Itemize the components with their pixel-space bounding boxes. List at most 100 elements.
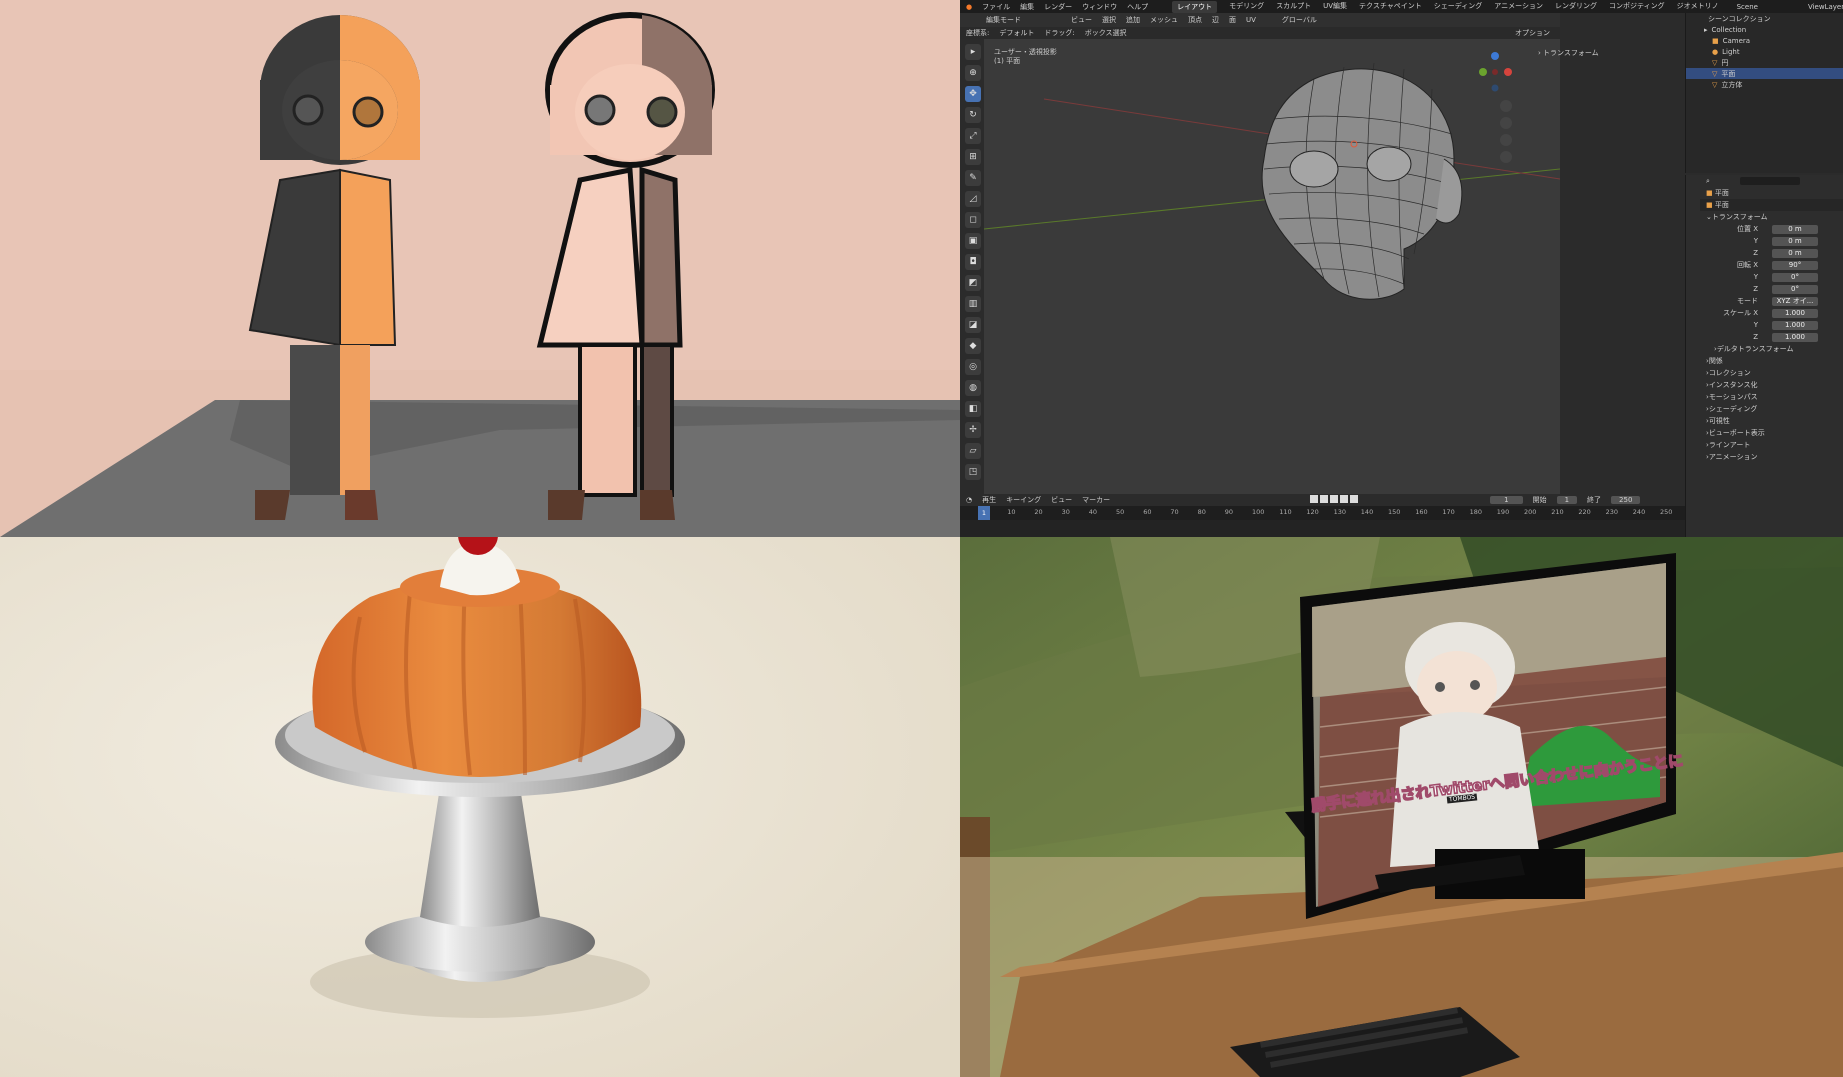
- outliner-row-cube[interactable]: ▽ 立方体: [1686, 79, 1843, 90]
- tab-modeling[interactable]: モデリング: [1229, 1, 1264, 13]
- header-menu-select[interactable]: 選択: [1102, 15, 1116, 25]
- shear-tool-icon[interactable]: ▱: [965, 443, 981, 459]
- editor-type-icon[interactable]: ◔: [966, 496, 972, 504]
- tab-uv[interactable]: UV編集: [1323, 1, 1347, 13]
- header-menu-mesh[interactable]: メッシュ: [1150, 15, 1178, 25]
- menu-help[interactable]: ヘルプ: [1127, 2, 1148, 12]
- cursor-tool-icon[interactable]: ⊕: [965, 65, 981, 81]
- outliner-row-collection[interactable]: ▸ Collection: [1686, 24, 1843, 35]
- tab-shading[interactable]: シェーディング: [1434, 1, 1483, 13]
- prev-key-icon[interactable]: [1320, 495, 1329, 503]
- timeline-menu-playback[interactable]: 再生: [982, 495, 996, 505]
- scale-x-field[interactable]: 1.000: [1772, 308, 1818, 318]
- tab-compositing[interactable]: コンポジティング: [1609, 1, 1665, 13]
- options-button[interactable]: オプション: [1515, 28, 1550, 38]
- jump-end-icon[interactable]: [1350, 495, 1359, 503]
- transform-orientation[interactable]: グローバル: [1282, 15, 1317, 25]
- menu-edit[interactable]: 編集: [1020, 2, 1034, 12]
- rip-tool-icon[interactable]: ◳: [965, 464, 981, 480]
- move-tool-icon[interactable]: ✥: [965, 86, 981, 102]
- tab-sculpt[interactable]: スカルプト: [1276, 1, 1311, 13]
- next-key-icon[interactable]: [1340, 495, 1349, 503]
- shading-section[interactable]: › シェーディング: [1700, 403, 1843, 415]
- viewlayer-selector[interactable]: ViewLayer: [1808, 3, 1843, 11]
- zoom-icon[interactable]: [1500, 100, 1512, 112]
- tab-layout[interactable]: レイアウト: [1172, 0, 1218, 13]
- animation-section[interactable]: › アニメーション: [1700, 451, 1843, 463]
- tab-geometry-nodes[interactable]: ジオメトリノ: [1677, 1, 1719, 13]
- camera-view-icon[interactable]: [1500, 134, 1512, 146]
- transform-section-header[interactable]: ⌄ トランスフォーム: [1700, 211, 1843, 223]
- end-frame-field[interactable]: 250: [1611, 496, 1641, 504]
- tab-animation[interactable]: アニメーション: [1494, 1, 1543, 13]
- spin-tool-icon[interactable]: ◎: [965, 359, 981, 375]
- inset-tool-icon[interactable]: ◘: [965, 254, 981, 270]
- sidebar-transform-tab[interactable]: › トランスフォーム: [1538, 48, 1599, 58]
- knife-tool-icon[interactable]: ◪: [965, 317, 981, 333]
- blender-logo-icon[interactable]: ●: [966, 3, 972, 11]
- start-frame-field[interactable]: 1: [1556, 496, 1578, 504]
- loop-cut-tool-icon[interactable]: ▥: [965, 296, 981, 312]
- rotation-mode-dropdown[interactable]: XYZ オイ...: [1772, 296, 1818, 306]
- rotation-z-field[interactable]: 0°: [1772, 284, 1818, 294]
- header-menu-uv[interactable]: UV: [1246, 16, 1256, 24]
- collections-section[interactable]: › コレクション: [1700, 367, 1843, 379]
- scale-y-field[interactable]: 1.000: [1772, 320, 1818, 330]
- pan-hand-icon[interactable]: [1500, 117, 1512, 129]
- properties-search-input[interactable]: [1739, 177, 1800, 185]
- jump-start-icon[interactable]: [1310, 495, 1319, 503]
- header-menu-face[interactable]: 面: [1229, 15, 1236, 25]
- visibility-section[interactable]: › 可視性: [1700, 415, 1843, 427]
- scale-z-field[interactable]: 1.000: [1772, 332, 1818, 342]
- current-frame-field[interactable]: 1: [1490, 496, 1523, 504]
- rotation-x-field[interactable]: 90°: [1772, 260, 1818, 270]
- instancing-section[interactable]: › インスタンス化: [1700, 379, 1843, 391]
- location-z-field[interactable]: 0 m: [1772, 248, 1818, 258]
- playhead[interactable]: 1: [978, 506, 990, 520]
- timeline-menu-view[interactable]: ビュー: [1051, 495, 1072, 505]
- header-menu-edge[interactable]: 辺: [1212, 15, 1219, 25]
- object-data-row[interactable]: ■ 平面: [1700, 199, 1843, 211]
- relations-section[interactable]: › 関係: [1700, 355, 1843, 367]
- timeline-menu-keying[interactable]: キーイング: [1006, 495, 1041, 505]
- rotate-tool-icon[interactable]: ↻: [965, 107, 981, 123]
- smooth-tool-icon[interactable]: ◍: [965, 380, 981, 396]
- shrink-tool-icon[interactable]: ✢: [965, 422, 981, 438]
- annotate-tool-icon[interactable]: ✎: [965, 170, 981, 186]
- scene-selector[interactable]: Scene: [1737, 3, 1758, 11]
- motion-paths-section[interactable]: › モーションパス: [1700, 391, 1843, 403]
- drag-selector[interactable]: ボックス選択: [1085, 28, 1127, 38]
- header-menu-add[interactable]: 追加: [1126, 15, 1140, 25]
- mode-selector[interactable]: 編集モード: [986, 15, 1021, 25]
- rotation-y-field[interactable]: 0°: [1772, 272, 1818, 282]
- tab-rendering[interactable]: レンダリング: [1555, 1, 1597, 13]
- tab-texture-paint[interactable]: テクスチャペイント: [1359, 1, 1422, 13]
- outliner-row-camera[interactable]: ■ Camera: [1686, 35, 1843, 46]
- location-y-field[interactable]: 0 m: [1772, 236, 1818, 246]
- header-menu-vertex[interactable]: 頂点: [1188, 15, 1202, 25]
- measure-tool-icon[interactable]: ◿: [965, 191, 981, 207]
- extrude-tool-icon[interactable]: ▣: [965, 233, 981, 249]
- poly-build-tool-icon[interactable]: ◆: [965, 338, 981, 354]
- 3d-viewport[interactable]: [984, 39, 1560, 494]
- menu-file[interactable]: ファイル: [982, 2, 1010, 12]
- add-cube-tool-icon[interactable]: ◻: [965, 212, 981, 228]
- edge-slide-tool-icon[interactable]: ◧: [965, 401, 981, 417]
- select-tool-icon[interactable]: ▸: [965, 44, 981, 60]
- timeline-menu-marker[interactable]: マーカー: [1082, 495, 1110, 505]
- menu-render[interactable]: レンダー: [1044, 2, 1072, 12]
- header-menu-view[interactable]: ビュー: [1071, 15, 1092, 25]
- delta-transform-section[interactable]: › デルタトランスフォーム: [1700, 343, 1843, 355]
- navigation-gizmo[interactable]: [1475, 48, 1515, 96]
- bevel-tool-icon[interactable]: ◩: [965, 275, 981, 291]
- menu-window[interactable]: ウィンドウ: [1082, 2, 1117, 12]
- outliner-row-circle[interactable]: ▽ 円: [1686, 57, 1843, 68]
- play-icon[interactable]: [1330, 495, 1339, 503]
- outliner-row-light[interactable]: ● Light: [1686, 46, 1843, 57]
- scale-tool-icon[interactable]: ⤢: [965, 128, 981, 144]
- coord-selector[interactable]: デフォルト: [999, 28, 1034, 38]
- outliner-row-plane[interactable]: ▽ 平面: [1686, 68, 1843, 79]
- location-x-field[interactable]: 0 m: [1772, 224, 1818, 234]
- ortho-toggle-icon[interactable]: [1500, 151, 1512, 163]
- transform-tool-icon[interactable]: ⊞: [965, 149, 981, 165]
